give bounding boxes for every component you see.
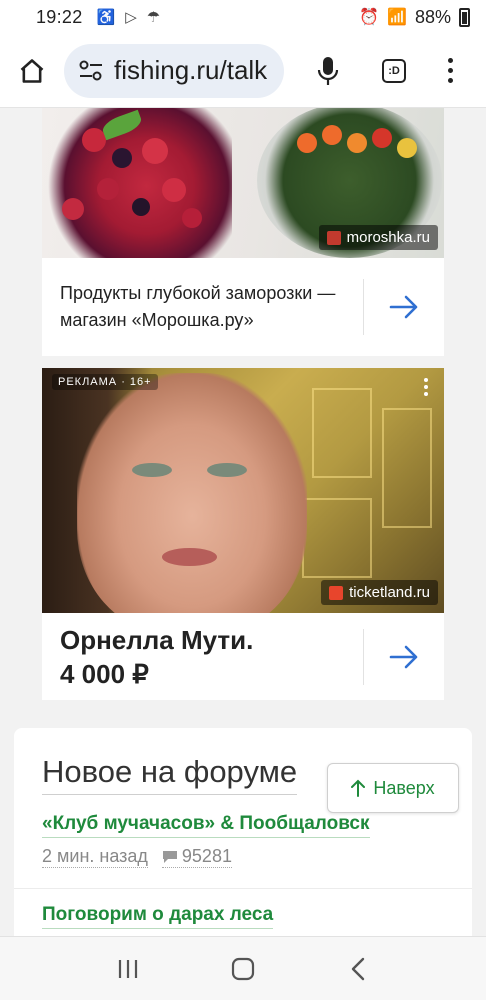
recents-icon: [118, 959, 137, 978]
nav-home-icon: [231, 957, 255, 980]
tune-icon[interactable]: [78, 60, 104, 82]
ad-options-button[interactable]: [424, 378, 428, 396]
comment-icon: [162, 850, 177, 863]
url-text: fishing.ru/talk: [114, 55, 268, 85]
ad-title-line: Орнелла Мути.: [60, 624, 254, 655]
arrow-right-icon: [389, 645, 418, 668]
battery-icon: [459, 7, 470, 27]
ad-open-button[interactable]: [364, 645, 444, 669]
back-button[interactable]: [338, 949, 378, 989]
voice-search-button[interactable]: [300, 34, 356, 108]
ad-title[interactable]: Орнелла Мути. 4 000 ₽: [60, 623, 363, 691]
ad-source-domain: moroshka.ru: [346, 229, 430, 246]
forum-new-section: Новое на форуме «Клуб мучачасов» & Пообщ…: [14, 728, 472, 936]
browser-menu-button[interactable]: [422, 34, 478, 108]
ad-body[interactable]: Продукты глубокой заморозки — магазин «М…: [42, 258, 444, 356]
tabs-icon: :D: [382, 58, 406, 83]
portrait-picture: [77, 373, 307, 613]
mic-icon: [317, 56, 339, 85]
browser-toolbar: fishing.ru/talk :D: [0, 34, 486, 108]
topic-link[interactable]: «Клуб мучачасов» & Пообщаловск: [42, 813, 370, 838]
ad-card-ticketland[interactable]: РЕКЛАМА · 16+ ticketland.ru Орнелла Мути…: [42, 368, 444, 700]
home-icon: [20, 58, 44, 83]
forum-topic: Поговорим о дарах леса: [42, 904, 274, 929]
tabs-button[interactable]: :D: [366, 34, 422, 108]
address-bar[interactable]: fishing.ru/talk: [64, 43, 284, 98]
back-icon: [352, 957, 365, 980]
status-time: 19:22: [36, 6, 83, 27]
notification-icons: ♿ ▷ ☂: [97, 8, 161, 26]
ad-body[interactable]: Орнелла Мути. 4 000 ₽: [42, 613, 444, 700]
arrow-up-icon: [351, 779, 366, 797]
play-store-icon: ▷: [125, 9, 137, 26]
ad-source-domain: ticketland.ru: [349, 584, 430, 601]
nav-home-button[interactable]: [223, 949, 263, 989]
scroll-top-button[interactable]: Наверх: [327, 763, 459, 813]
berries-picture: [42, 108, 232, 258]
accessibility-icon: ♿: [96, 9, 116, 26]
moroshka-logo-icon: [326, 230, 341, 245]
scroll-top-label: Наверх: [373, 777, 435, 798]
status-bar: 19:22 ♿ ▷ ☂ ⏰ 📶 88%: [0, 0, 486, 34]
ad-title[interactable]: Продукты глубокой заморозки — магазин «М…: [60, 280, 363, 334]
umbrella-icon: ☂: [146, 9, 161, 26]
ad-card-moroshka[interactable]: moroshka.ru Продукты глубокой заморозки …: [42, 108, 444, 356]
forum-topic: «Клуб мучачасов» & Пообщаловск 2 мин. на…: [42, 813, 444, 868]
home-button[interactable]: [0, 34, 64, 108]
ad-image-ornella-muti[interactable]: РЕКЛАМА · 16+ ticketland.ru: [42, 368, 444, 613]
battery-percent: 88%: [414, 6, 451, 27]
kebab-menu-icon: [447, 58, 453, 83]
alarm-icon: ⏰: [359, 9, 380, 26]
ad-source-badge[interactable]: ticketland.ru: [321, 580, 438, 605]
system-icons: ⏰ 📶 88%: [359, 7, 470, 28]
arrow-right-icon: [389, 295, 418, 319]
ad-source-badge[interactable]: moroshka.ru: [318, 225, 438, 250]
ad-label: РЕКЛАМА · 16+: [52, 374, 158, 390]
ad-price: 4 000 ₽: [60, 658, 149, 689]
ticketland-logo-icon: [329, 585, 344, 600]
ad-image-frozen-food[interactable]: moroshka.ru: [42, 108, 444, 258]
topic-time[interactable]: 2 мин. назад: [42, 846, 148, 868]
topic-link[interactable]: Поговорим о дарах леса: [42, 904, 274, 929]
recents-button[interactable]: [108, 949, 148, 989]
topic-comments[interactable]: 95281: [161, 846, 232, 868]
comment-count: 95281: [181, 846, 232, 866]
divider: [14, 888, 472, 889]
section-title: Новое на форуме: [42, 754, 298, 795]
topic-meta: 2 мин. назад 95281: [42, 846, 444, 868]
ad-open-button[interactable]: [364, 295, 444, 319]
wifi-icon: 📶: [387, 9, 407, 26]
system-nav-bar: [0, 936, 486, 1000]
